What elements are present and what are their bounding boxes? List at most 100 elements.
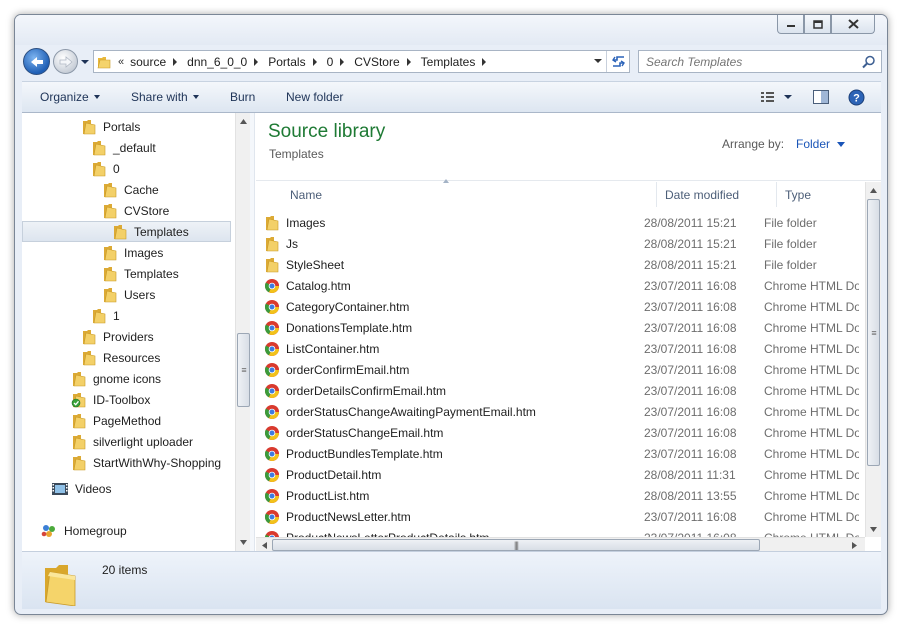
chevron-right-icon[interactable] [482,57,487,66]
search-box[interactable] [638,50,882,73]
file-name: CategoryContainer.htm [286,299,410,314]
organize-button[interactable]: Organize [40,90,100,104]
folder-icon [71,413,87,429]
file-row[interactable]: orderDetailsConfirmEmail.htm 23/07/2011 1… [264,380,864,401]
folder-icon [91,140,107,156]
breadcrumb-dnn[interactable]: dnn_6_0_0 [187,55,268,69]
back-button[interactable] [23,48,50,75]
chevron-right-icon[interactable] [406,57,411,66]
chevron-right-icon[interactable] [340,57,345,66]
file-row[interactable]: orderConfirmEmail.htm 23/07/2011 16:08 Chr… [264,359,864,380]
change-view-button[interactable] [759,89,799,108]
nav-tree-item[interactable]: Images [102,242,163,263]
minimize-button[interactable] [777,15,804,34]
file-name: ProductList.htm [286,488,370,503]
file-type: Chrome HTML Do [764,320,859,335]
breadcrumb-overflow[interactable]: « [118,56,124,68]
scroll-down-button[interactable] [239,538,248,547]
nav-tree-item[interactable]: Templates [102,263,179,284]
forward-button[interactable] [53,49,78,74]
search-icon[interactable] [862,55,876,69]
new-folder-button[interactable]: New folder [286,90,343,104]
share-with-button[interactable]: Share with [131,90,199,104]
folder-icon [264,236,280,255]
item-count: 20 items [102,563,148,577]
title-bar[interactable] [15,15,887,45]
breadcrumb-0[interactable]: 0 [327,55,355,69]
chevron-up-icon [870,188,877,193]
breadcrumb-portals[interactable]: Portals [268,55,326,69]
scroll-left-button[interactable] [260,541,268,549]
file-row[interactable]: ListContainer.htm 23/07/2011 16:08 Chrome … [264,338,864,359]
horizontal-scrollbar[interactable]: ||| [256,537,865,551]
nav-tree-item[interactable]: Resources [81,347,160,368]
file-row[interactable]: ProductDetail.htm 28/08/2011 11:31 Chrome … [264,464,864,485]
nav-tree-item[interactable]: ID-Toolbox [71,389,150,410]
chevron-down-icon [93,95,100,99]
address-history-button[interactable] [591,51,605,72]
chevron-right-icon[interactable] [312,57,317,66]
nav-scrollbar-thumb[interactable]: ≡ [237,333,250,407]
nav-tree-item[interactable]: _default [91,137,156,158]
file-row[interactable]: DonationsTemplate.htm 23/07/2011 16:08 Chr… [264,317,864,338]
chevron-right-icon[interactable] [173,57,178,66]
file-row[interactable]: orderStatusChangeAwaitingPaymentEmail.ht… [264,401,864,422]
grip-icon: ≡ [871,327,876,338]
nav-tree-item[interactable]: Cache [102,179,159,200]
file-row[interactable]: Catalog.htm 23/07/2011 16:08 Chrome HTML D… [264,275,864,296]
nav-tree-item[interactable]: 1 [91,305,120,326]
chevron-down-icon [81,60,89,64]
close-button[interactable] [831,15,875,34]
chevron-right-icon[interactable] [254,57,259,66]
breadcrumb-templates[interactable]: Templates [421,55,497,69]
nav-tree-item[interactable]: Providers [81,326,154,347]
file-row[interactable]: Images 28/08/2011 15:21 File folder [264,212,864,233]
nav-tree-item[interactable]: CVStore [102,200,169,221]
column-header-name[interactable]: Name [282,182,657,207]
file-type: Chrome HTML Do [764,446,859,461]
scroll-up-button[interactable] [869,186,878,195]
preview-pane-button[interactable] [812,89,830,108]
nav-tree-item[interactable]: Homegroup [40,520,127,541]
scroll-down-button[interactable] [869,525,878,534]
nav-tree-item[interactable]: gnome icons [71,368,161,389]
nav-tree-item[interactable]: Videos [51,478,111,499]
column-header-date[interactable]: Date modified [657,182,777,207]
refresh-button[interactable] [606,51,629,72]
file-row[interactable]: ProductBundlesTemplate.htm 23/07/2011 16:… [264,443,864,464]
file-row[interactable]: Js 28/08/2011 15:21 File folder [264,233,864,254]
arrange-by-label: Arrange by: [722,137,785,151]
recent-pages-button[interactable] [80,57,90,67]
file-date-modified: 23/07/2011 16:08 [644,362,737,377]
file-row[interactable]: ProductList.htm 28/08/2011 13:55 Chrome HT… [264,485,864,506]
folder-large-icon [42,562,78,609]
nav-tree-item[interactable]: Templates [22,221,231,242]
chevron-down-icon [594,59,602,63]
scroll-up-button[interactable] [239,117,248,126]
file-row[interactable]: ProductNewsLetter.htm 23/07/2011 16:08 Chr… [264,506,864,527]
nav-tree-item[interactable]: silverlight uploader [71,431,193,452]
horizontal-scrollbar-thumb[interactable]: ||| [272,539,760,551]
nav-tree-item[interactable]: Users [102,284,155,305]
arrange-by-dropdown[interactable]: Folder [796,137,846,151]
nav-scrollbar[interactable]: ≡ [235,113,250,551]
search-input[interactable] [639,54,854,69]
file-scrollbar[interactable]: ≡ [865,182,881,537]
nav-tree-item[interactable]: Portals [81,116,140,137]
address-bar[interactable]: « source dnn_6_0_0 Portals 0 CVStore Tem… [93,50,630,73]
burn-button[interactable]: Burn [230,90,255,104]
file-row[interactable]: CategoryContainer.htm 23/07/2011 16:08 Chr… [264,296,864,317]
breadcrumb-source[interactable]: source [130,55,187,69]
help-button[interactable]: ? [848,89,865,109]
column-header-type[interactable]: Type [777,182,865,207]
scroll-right-button[interactable] [850,541,858,549]
breadcrumb-cvstore[interactable]: CVStore [354,55,420,69]
file-row[interactable]: orderStatusChangeEmail.htm 23/07/2011 16:… [264,422,864,443]
nav-tree-item[interactable]: 0 [91,158,120,179]
maximize-button[interactable] [804,15,831,34]
file-scrollbar-thumb[interactable]: ≡ [867,199,880,466]
file-row[interactable]: StyleSheet 28/08/2011 15:21 File folder [264,254,864,275]
nav-tree-item[interactable]: StartWithWhy-Shopping [71,452,221,473]
pane-splitter[interactable] [250,113,255,551]
nav-tree-item[interactable]: PageMethod [71,410,161,431]
